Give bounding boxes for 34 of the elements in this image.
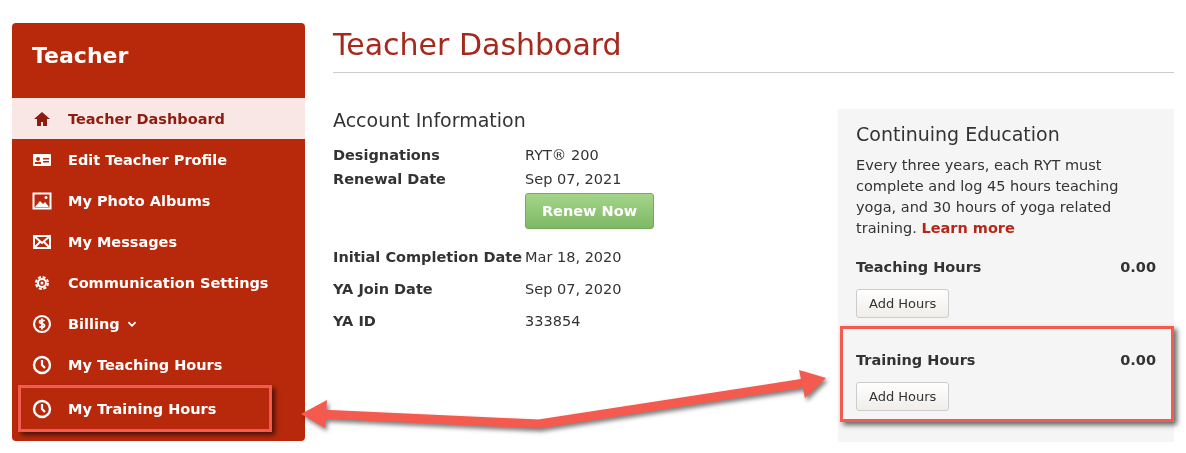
field-value: Sep 07, 2021 (525, 171, 623, 187)
field-value: Mar 18, 2020 (525, 249, 623, 265)
sidebar-item[interactable]: My Messages (12, 221, 305, 262)
field-label: Initial Completion Date (333, 249, 524, 265)
section-title: Account Information (333, 109, 527, 131)
field-value: Sep 07, 2020 (525, 281, 623, 297)
hours-value: 0.00 (1120, 352, 1156, 368)
field-label: YA Join Date (333, 281, 434, 297)
clock-icon (32, 354, 52, 375)
learn-more-link[interactable]: Learn more (921, 220, 1015, 236)
panel-description: Every three years, each RYT must complete and log 45 hours teaching yoga, and 30 hours of yoga related training. Learn more (856, 156, 1120, 238)
field-value: RYT® 200 (525, 147, 600, 163)
page-title: Teacher Dashboard (333, 27, 1174, 73)
field-label: YA ID (333, 313, 377, 329)
field-label: Designations (333, 147, 441, 163)
hours-label: Teaching Hours (856, 259, 982, 275)
add-hours-button[interactable]: Add Hours (856, 289, 950, 318)
sidebar-item[interactable]: My Training Hours (18, 385, 272, 432)
sidebar-item[interactable]: Teacher Dashboard (12, 98, 305, 139)
clock-icon (32, 398, 52, 419)
image-icon (32, 190, 52, 211)
hours-value: 0.00 (1120, 259, 1156, 275)
sidebar-item[interactable]: My Photo Albums (12, 180, 305, 221)
sidebar-item[interactable]: Billing (12, 303, 305, 344)
field-label: Renewal Date (333, 171, 447, 187)
sidebar-item[interactable]: My Teaching Hours (12, 344, 305, 385)
hours-label: Training Hours (856, 352, 976, 368)
add-hours-button[interactable]: Add Hours (856, 382, 950, 411)
panel-title: Continuing Education (856, 123, 1061, 145)
sidebar-item[interactable]: Communication Settings (12, 262, 305, 303)
field-value: 333854 (525, 313, 582, 329)
sidebar-title: Teacher (31, 42, 130, 70)
dollar-icon (32, 313, 52, 334)
sidebar-item[interactable]: Edit Teacher Profile (12, 139, 305, 180)
